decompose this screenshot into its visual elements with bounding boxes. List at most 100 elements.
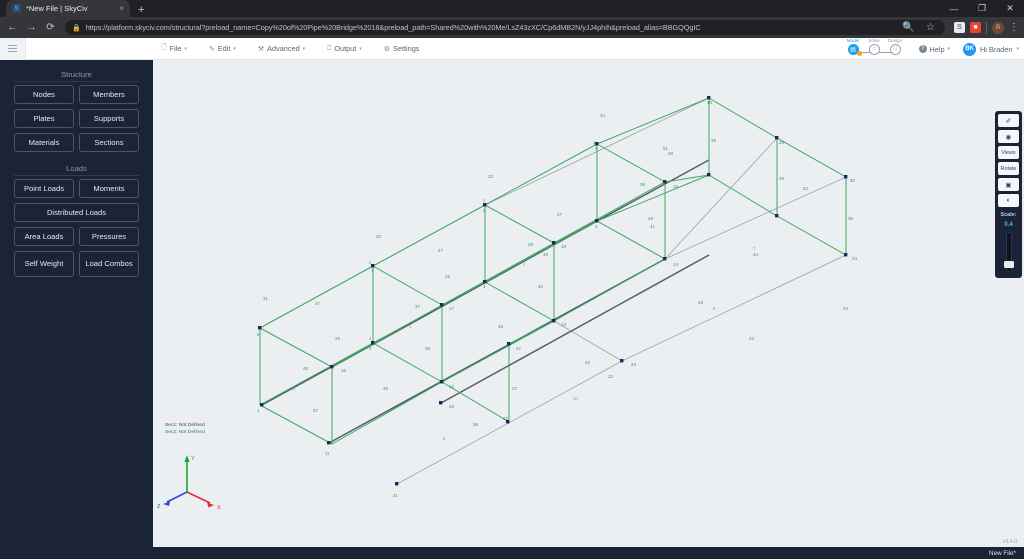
menu-advanced[interactable]: ⚒ Advanced ▾: [258, 44, 305, 53]
loads-button-grid: Point Loads Moments Distributed Loads Ar…: [14, 179, 139, 277]
sidebar-item-plates[interactable]: Plates: [14, 109, 74, 128]
profile-avatar[interactable]: B: [992, 21, 1004, 34]
svg-text:4: 4: [483, 198, 486, 203]
scale-slider[interactable]: [1004, 232, 1014, 272]
sidebar-toggle-button[interactable]: [0, 37, 26, 60]
svg-text:2: 2: [369, 336, 372, 341]
sidebar-item-load-combos[interactable]: Load Combos: [79, 251, 139, 277]
svg-text:3: 3: [483, 284, 486, 289]
wrench-icon: ⚒: [257, 45, 265, 53]
sidebar-item-moments[interactable]: Moments: [79, 179, 139, 198]
svg-text:23: 23: [631, 362, 636, 367]
chevron-down-icon: ▾: [1016, 46, 1019, 52]
svg-text:13: 13: [561, 322, 566, 327]
menu-edit[interactable]: ✎ Edit ▾: [209, 44, 236, 53]
viewport-toolbar: ✐ ◉ Views Rotate ▣ ◐ Scale: 0.4: [995, 111, 1022, 278]
chevron-down-icon: ▾: [947, 46, 951, 52]
svg-text:33: 33: [488, 174, 493, 179]
menu-output-label: Output: [334, 44, 357, 53]
browser-tab[interactable]: S *New File | SkyCiv ×: [6, 0, 130, 17]
menu-edit-label: Edit: [217, 44, 231, 53]
tab-close-icon[interactable]: ×: [119, 4, 124, 13]
browser-navbar: ← → ⟳ 🔒 https://platform.skyciv.com/stru…: [0, 17, 1024, 38]
model-viewport[interactable]: 31 32 33 34 35 36 25 26 27 28 27 29 45 37 38 39 …: [153, 60, 1024, 547]
sidebar-item-materials[interactable]: Materials: [14, 133, 74, 152]
close-window-icon[interactable]: ✕: [996, 0, 1024, 17]
maximize-icon[interactable]: ❐: [968, 0, 996, 17]
bookmark-star-icon[interactable]: ☆: [923, 20, 938, 35]
member-labels-gray: 52 43 810 21 16 79: [293, 140, 756, 441]
sec2-status: Sec2: Not Defined: [165, 430, 205, 436]
structure-button-grid: Nodes Members Plates Supports Materials …: [14, 85, 139, 152]
views-button[interactable]: Views: [998, 146, 1019, 159]
svg-text:10: 10: [707, 100, 712, 105]
phase-solve-label: Solve: [868, 38, 880, 43]
svg-text:37: 37: [415, 304, 420, 309]
new-tab-button[interactable]: +: [138, 4, 144, 16]
svg-text:44: 44: [753, 252, 758, 257]
help-icon: ?: [918, 45, 927, 53]
menu-settings[interactable]: ⚙ Settings: [384, 44, 420, 53]
eye-icon[interactable]: ◉: [998, 130, 1019, 143]
sidebar-item-supports[interactable]: Supports: [79, 109, 139, 128]
avatar: BK: [963, 42, 977, 56]
member-labels-green: 3132 3334 3536 2526 2728 2729 4537 3839 …: [257, 100, 857, 498]
rotate-button[interactable]: Rotate: [998, 162, 1019, 175]
user-menu-button[interactable]: BK Hi Braden ▾: [963, 42, 1019, 56]
svg-text:21: 21: [393, 493, 398, 498]
browser-menu-icon[interactable]: ⋮: [1009, 23, 1019, 33]
svg-text:9: 9: [595, 146, 598, 151]
sidebar-item-point-loads[interactable]: Point Loads: [14, 179, 74, 198]
render-icon[interactable]: ◐: [998, 194, 1019, 207]
svg-text:45: 45: [303, 366, 308, 371]
svg-text:8: 8: [483, 208, 486, 213]
axis-triad: Y X Z: [157, 455, 221, 511]
sidebar-item-pressures[interactable]: Pressures: [79, 227, 139, 246]
sidebar-item-nodes[interactable]: Nodes: [14, 85, 74, 104]
svg-text:26: 26: [445, 274, 450, 279]
user-greeting: Hi Braden: [980, 44, 1013, 54]
solve-icon: ○: [868, 43, 880, 55]
extensions-area: S ■ B ⋮: [952, 21, 1019, 34]
tab-strip: S *New File | SkyCiv × + — ❐ ✕: [0, 0, 1024, 17]
app-menu-group: 🗋 File ▾ ✎ Edit ▾ ⚒ Advanced ▾ ⎕ Output: [161, 43, 419, 54]
app-toolbar: 🗋 File ▾ ✎ Edit ▾ ⚒ Advanced ▾ ⎕ Output: [0, 37, 1024, 60]
camera-icon[interactable]: ▣: [998, 178, 1019, 191]
menu-file[interactable]: 🗋 File ▾: [161, 43, 187, 54]
svg-text:1: 1: [409, 324, 412, 329]
skyciv-favicon-icon: S: [12, 4, 21, 13]
forward-icon[interactable]: →: [24, 20, 39, 35]
svg-text:8: 8: [443, 436, 446, 441]
svg-text:32: 32: [376, 234, 381, 239]
sidebar-item-self-weight[interactable]: Self Weight: [14, 251, 74, 277]
sidebar-item-members[interactable]: Members: [79, 85, 139, 104]
svg-text:45: 45: [383, 386, 388, 391]
back-icon[interactable]: ←: [5, 20, 20, 35]
version-label: v3.4.0: [1002, 539, 1017, 545]
svg-text:12: 12: [449, 384, 454, 389]
svg-text:35: 35: [711, 138, 716, 143]
search-icon[interactable]: 🔍: [901, 20, 916, 35]
toolbar-right: Model ▤ Solve ○ Design □ ? Help ▾ BK Hi …: [843, 38, 1019, 60]
pencil-icon[interactable]: ✐: [998, 114, 1019, 127]
phase-model[interactable]: Model ▤: [843, 38, 864, 56]
extension-s-icon[interactable]: S: [954, 22, 965, 33]
scale-slider-thumb[interactable]: [1004, 261, 1014, 268]
sidebar-item-distributed-loads[interactable]: Distributed Loads: [14, 203, 139, 222]
svg-text:40: 40: [538, 284, 543, 289]
svg-text:22: 22: [608, 374, 613, 379]
sidebar-item-sections[interactable]: Sections: [79, 133, 139, 152]
chevron-down-icon: ▾: [302, 45, 306, 52]
svg-text:46: 46: [498, 324, 503, 329]
svg-text:47: 47: [315, 301, 320, 306]
extension-red-icon[interactable]: ■: [970, 22, 981, 33]
svg-text:25: 25: [335, 336, 340, 341]
address-bar[interactable]: 🔒 https://platform.skyciv.com/structural…: [65, 20, 945, 35]
svg-text:37: 37: [313, 408, 318, 413]
help-button[interactable]: ? Help ▾: [918, 45, 951, 54]
minimize-icon[interactable]: —: [940, 0, 968, 17]
sidebar-item-area-loads[interactable]: Area Loads: [14, 227, 74, 246]
reload-icon[interactable]: ⟳: [43, 20, 58, 35]
menu-output[interactable]: ⎕ Output ▾: [327, 44, 362, 53]
svg-text:47: 47: [438, 248, 443, 253]
